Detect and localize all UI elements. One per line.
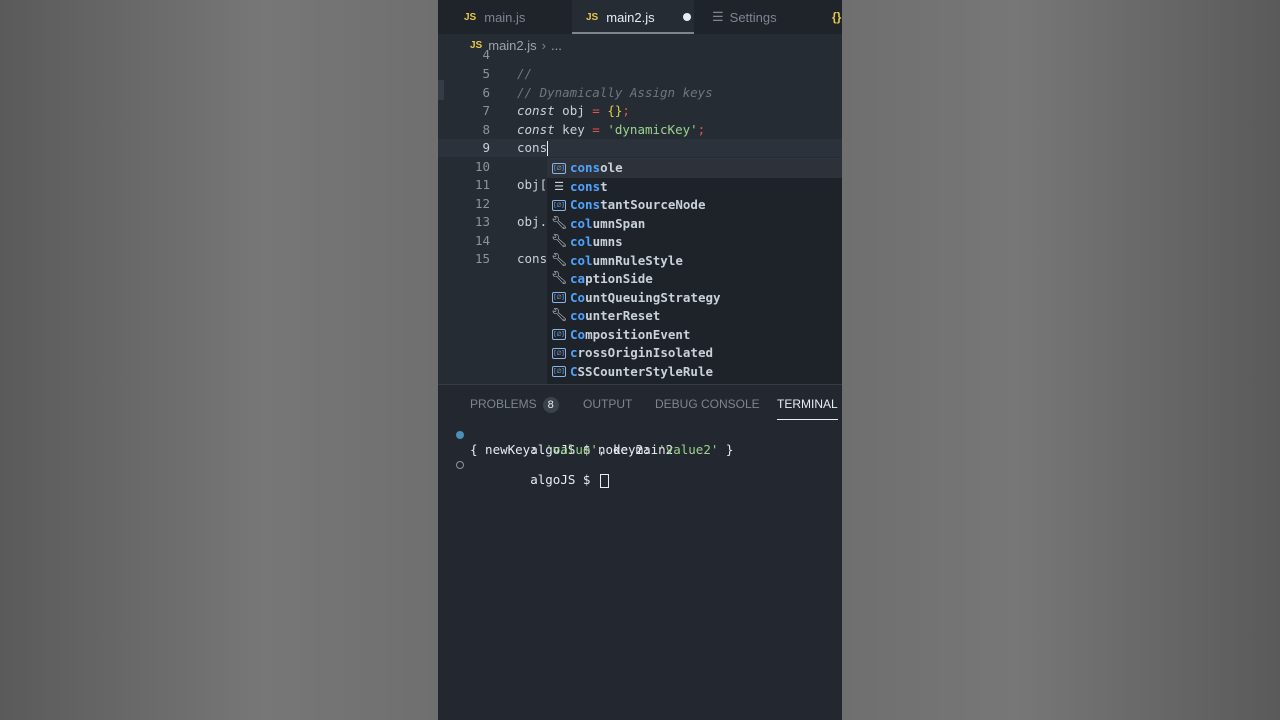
tab-settings[interactable]: ☰ Settings [712, 0, 777, 34]
terminal-output[interactable]: algoJS $ node main2 { newKey: 'value', k… [438, 427, 842, 488]
suggestion-item[interactable]: [∅] CompositionEvent [547, 326, 842, 345]
variable-icon: [∅] [550, 292, 568, 304]
tab-problems[interactable]: PROBLEMS 8 [470, 397, 559, 417]
tab-label: Settings [729, 9, 777, 25]
code-text: // [517, 66, 533, 81]
command-pending-icon[interactable] [456, 461, 464, 469]
line-number: 13 [474, 214, 490, 229]
property-icon: 🔧︎ [550, 271, 568, 286]
json-file-icon: {} [832, 10, 842, 24]
suggestion-item[interactable]: [∅] CountQueuingStrategy [547, 289, 842, 308]
property-icon: 🔧︎ [550, 308, 568, 323]
settings-icon: ☰ [712, 9, 724, 24]
js-file-icon: JS [586, 11, 599, 23]
property-icon: 🔧︎ [550, 234, 568, 249]
tab-output[interactable]: OUTPUT [583, 397, 632, 417]
text-cursor [547, 141, 549, 156]
tab-terminal[interactable]: TERMINAL [777, 397, 838, 420]
line-number: 9 [482, 140, 490, 155]
bottom-panel: PROBLEMS 8 OUTPUT DEBUG CONSOLE TERMINAL … [438, 384, 842, 720]
js-file-icon: JS [464, 11, 477, 23]
tab-label: main2.js [606, 9, 655, 25]
code-text: cons [517, 140, 549, 156]
code-text: obj. [517, 214, 548, 229]
suggestion-item[interactable]: [∅] ConstantSourceNode [547, 196, 842, 215]
variable-icon: [∅] [550, 329, 568, 341]
variable-icon: [∅] [550, 162, 568, 174]
blurred-background-left [0, 0, 438, 720]
suggestion-item[interactable]: 🔧︎ columns [547, 233, 842, 252]
tab-main-js[interactable]: JS main.js [464, 0, 525, 34]
tab-json[interactable]: {} [832, 0, 841, 34]
line-number: 12 [474, 195, 490, 211]
suggestion-item[interactable]: [∅] CSSCounterStyleRule [547, 363, 842, 382]
line-number: 11 [474, 177, 490, 192]
code-line-current: 9 cons [438, 139, 842, 157]
suggestion-item[interactable]: 🔧︎ columnSpan [547, 215, 842, 234]
variable-icon: [∅] [550, 347, 568, 359]
line-number: 5 [482, 66, 490, 81]
line-number: 4 [482, 47, 490, 62]
suggestion-item[interactable]: ☰ const [547, 178, 842, 197]
code-line: 8 const key = 'dynamicKey'; [438, 121, 842, 139]
command-success-icon[interactable] [456, 431, 464, 439]
tab-main2-js[interactable]: JS main2.js [572, 0, 694, 34]
suggestion-item[interactable]: 🔧︎ columnRuleStyle [547, 252, 842, 271]
line-number: 15 [474, 251, 490, 266]
editor-tab-bar: JS main.js JS main2.js ☰ Settings {} [438, 0, 842, 34]
terminal-prompt: algoJS $ [438, 457, 842, 488]
panel-tab-bar: PROBLEMS 8 OUTPUT DEBUG CONSOLE TERMINAL [438, 385, 842, 423]
suggestion-item[interactable]: 🔧︎ counterReset [547, 307, 842, 326]
editor-window: JS main.js JS main2.js ☰ Settings {} JS … [438, 0, 842, 720]
line-number: 8 [482, 121, 490, 137]
suggestion-item[interactable]: [∅] crossOriginIsolated [547, 344, 842, 363]
code-text: const obj = {}; [517, 103, 630, 118]
keyword-icon: ☰ [554, 179, 564, 193]
line-number: 10 [474, 158, 490, 174]
line-number: 14 [474, 232, 490, 248]
code-line: 4 [438, 46, 842, 64]
code-text: cons [517, 251, 548, 266]
variable-icon: [∅] [550, 366, 568, 378]
property-icon: 🔧︎ [550, 252, 568, 268]
terminal-cursor [599, 473, 609, 488]
code-line: 5 // [438, 65, 842, 83]
terminal-line: { newKey: 'value', key2: 'value2' } [470, 442, 734, 457]
problems-count-badge: 8 [542, 397, 559, 413]
code-text: obj[ [517, 177, 548, 192]
code-text: // Dynamically Assign keys [517, 84, 713, 100]
suggestion-item[interactable]: [∅] console [547, 159, 842, 178]
line-number: 6 [482, 84, 490, 100]
line-number: 7 [482, 103, 490, 118]
blurred-background-right [842, 0, 1280, 720]
tab-debug-console[interactable]: DEBUG CONSOLE [655, 397, 760, 417]
property-icon: 🔧︎ [550, 215, 568, 231]
code-editor[interactable]: 4 5 // 6 // Dynamically Assign keys 7 co… [438, 47, 842, 385]
code-line: 6 // Dynamically Assign keys [438, 84, 842, 102]
variable-icon: [∅] [550, 199, 568, 211]
suggestion-widget: [∅] console ☰ const [∅] ConstantSourceNo… [547, 158, 842, 385]
code-text: const key = 'dynamicKey'; [517, 121, 706, 137]
terminal-line: algoJS $ node main2 [438, 427, 842, 457]
unsaved-dot-icon[interactable] [682, 13, 691, 21]
suggestion-item[interactable]: 🔧︎ captionSide [547, 270, 842, 289]
tab-label: main.js [484, 9, 526, 25]
code-line: 7 const obj = {}; [438, 102, 842, 120]
